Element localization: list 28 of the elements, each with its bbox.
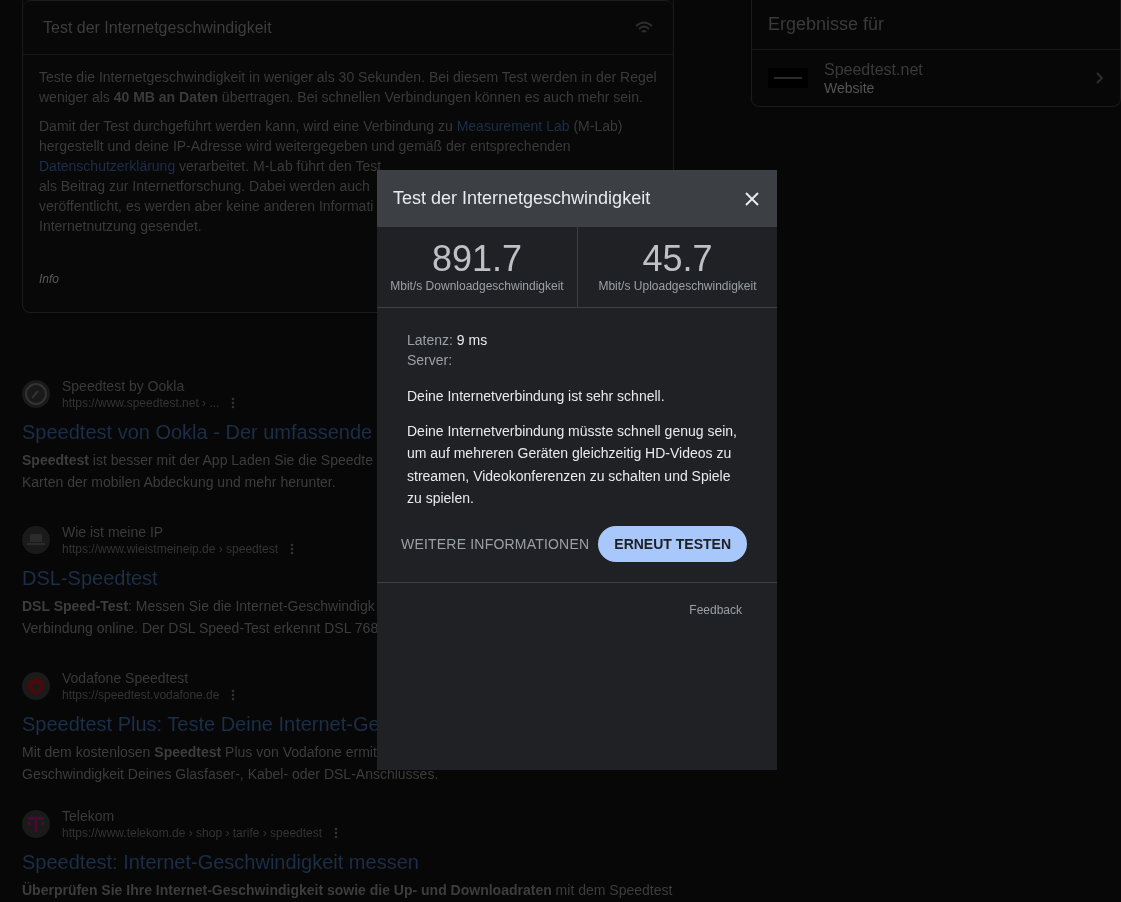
more-info-button[interactable]: WEITERE INFORMATIONEN bbox=[401, 535, 590, 552]
wifi-icon bbox=[635, 20, 653, 35]
more-icon[interactable] bbox=[334, 827, 339, 839]
retest-button[interactable]: ERNEUT TESTEN bbox=[598, 525, 747, 562]
dialog-title: Test der Internetgeschwindigkeit bbox=[393, 188, 651, 209]
result-title[interactable]: Speedtest: Internet-Geschwindigkeit messen bbox=[22, 847, 674, 877]
speed-label: Mbit/s Downloadgeschwindigkeit bbox=[390, 279, 564, 293]
speed-value: 45.7 bbox=[642, 241, 713, 277]
latency-label: Latenz: bbox=[407, 332, 453, 348]
latency-value: 9 ms bbox=[456, 332, 488, 348]
info-link[interactable]: Measurement Lab bbox=[456, 118, 570, 134]
site-logo bbox=[768, 68, 808, 88]
feedback-link[interactable]: Feedback bbox=[689, 602, 742, 617]
more-icon[interactable] bbox=[290, 543, 295, 555]
info-footer: Info bbox=[39, 272, 59, 286]
speed-value: 891.7 bbox=[431, 241, 523, 277]
more-icon[interactable] bbox=[231, 397, 236, 409]
server-label: Server: bbox=[407, 351, 454, 370]
more-icon[interactable] bbox=[231, 689, 236, 701]
chevron-icon bbox=[1096, 72, 1104, 84]
panel-item-type: Website bbox=[824, 80, 876, 96]
info-link[interactable]: Datenschutzerklärung bbox=[39, 158, 176, 174]
speed-label: Mbit/s Uploadgeschwindigkeit bbox=[598, 279, 757, 293]
t-logo-icon bbox=[28, 815, 44, 833]
result-message: Deine Internetverbindung müsste schnell genug sein, um auf mehreren Geräten gleichzeitig HD-Videos zu streamen, Videokonferenzen zu schalten und Spiele zu spielen. bbox=[407, 421, 738, 508]
result-message: Deine Internetverbindung ist sehr schnell. bbox=[407, 387, 666, 406]
close-button[interactable] bbox=[743, 189, 761, 208]
laptop-icon bbox=[27, 532, 45, 548]
